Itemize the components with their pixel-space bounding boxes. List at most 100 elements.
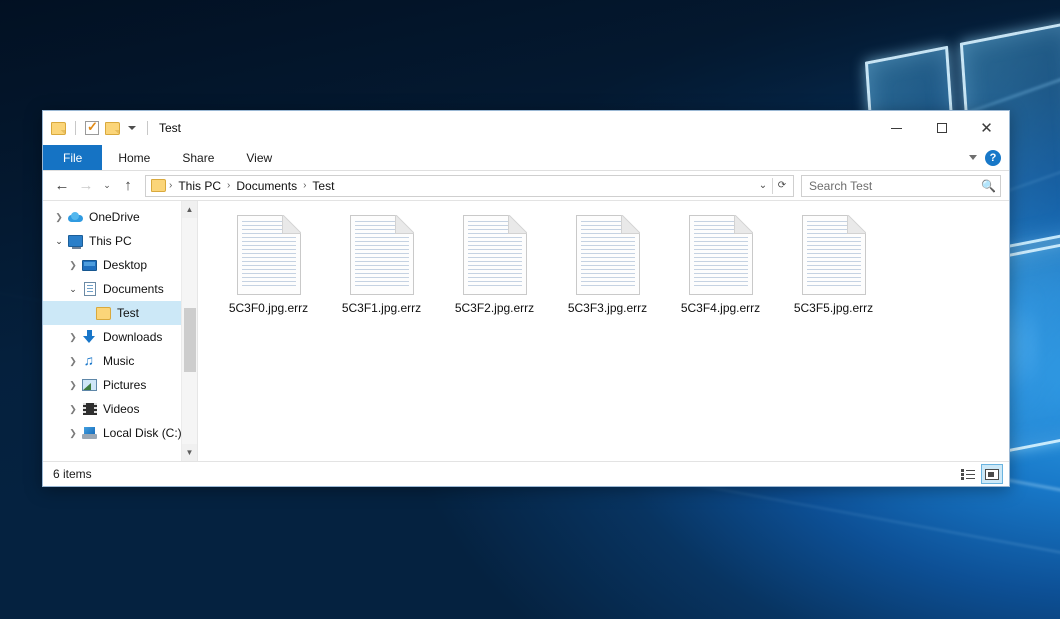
ribbon-tab-bar: File Home Share View ? bbox=[43, 145, 1009, 171]
chevron-right-icon[interactable]: ❯ bbox=[65, 428, 81, 439]
breadcrumb: › This PC › Documents › Test bbox=[151, 179, 754, 193]
maximize-button[interactable] bbox=[919, 111, 964, 145]
recent-locations-button[interactable]: ⌄ bbox=[99, 175, 115, 197]
generic-document-icon bbox=[350, 215, 414, 295]
chevron-right-icon[interactable]: ❯ bbox=[51, 212, 67, 223]
breadcrumb-item-this-pc[interactable]: This PC bbox=[173, 179, 226, 193]
file-name: 5C3F4.jpg.errz bbox=[681, 301, 760, 315]
sidebar-item-onedrive[interactable]: ❯ OneDrive bbox=[43, 205, 197, 229]
chevron-right-icon[interactable]: ❯ bbox=[65, 332, 81, 343]
tab-file[interactable]: File bbox=[43, 145, 102, 170]
view-switcher bbox=[957, 464, 1003, 484]
tab-share[interactable]: Share bbox=[166, 145, 230, 170]
music-icon: ♫ bbox=[81, 354, 98, 368]
address-bar-row: ← → ⌄ ↑ › This PC › Documents › Test ⌄ ⟳ bbox=[43, 171, 1009, 201]
sidebar-item-label: Test bbox=[117, 306, 139, 320]
chevron-down-icon[interactable] bbox=[128, 126, 136, 130]
file-name: 5C3F1.jpg.errz bbox=[342, 301, 421, 315]
videos-icon bbox=[81, 403, 98, 415]
up-button[interactable]: ↑ bbox=[117, 175, 139, 197]
search-icon[interactable]: 🔍 bbox=[981, 179, 996, 193]
toolbar-divider bbox=[75, 121, 76, 135]
sidebar-item-label: OneDrive bbox=[89, 210, 140, 224]
file-item[interactable]: 5C3F2.jpg.errz bbox=[438, 211, 551, 321]
scrollbar-thumb[interactable] bbox=[184, 308, 196, 371]
chevron-down-icon[interactable]: ⌄ bbox=[65, 284, 81, 295]
generic-document-icon bbox=[463, 215, 527, 295]
chevron-right-icon[interactable]: ❯ bbox=[65, 260, 81, 271]
sidebar-item-label: Local Disk (C:) bbox=[103, 426, 182, 440]
file-name: 5C3F2.jpg.errz bbox=[455, 301, 534, 315]
search-box[interactable]: Search Test 🔍 bbox=[801, 175, 1001, 197]
chevron-right-icon[interactable]: ❯ bbox=[65, 356, 81, 367]
chevron-down-icon[interactable] bbox=[969, 155, 977, 160]
breadcrumb-tail-controls: ⌄ ⟳ bbox=[754, 176, 791, 196]
folder-icon bbox=[151, 179, 166, 192]
sidebar-item-this-pc[interactable]: ⌄ This PC bbox=[43, 229, 197, 253]
chevron-right-icon[interactable]: ❯ bbox=[65, 404, 81, 415]
minimize-button[interactable] bbox=[874, 111, 919, 145]
large-icons-view-button[interactable] bbox=[981, 464, 1003, 484]
scroll-up-icon[interactable]: ▲ bbox=[182, 201, 198, 218]
folder-icon[interactable] bbox=[51, 122, 66, 135]
sidebar-item-test[interactable]: Test bbox=[43, 301, 197, 325]
minimize-icon bbox=[891, 128, 902, 129]
scroll-down-icon[interactable]: ▼ bbox=[182, 444, 198, 461]
pictures-icon bbox=[81, 379, 98, 391]
details-view-button[interactable] bbox=[957, 464, 979, 484]
generic-document-icon bbox=[802, 215, 866, 295]
tab-home[interactable]: Home bbox=[102, 145, 166, 170]
tab-view[interactable]: View bbox=[230, 145, 288, 170]
generic-document-icon bbox=[576, 215, 640, 295]
chevron-down-icon[interactable]: ⌄ bbox=[51, 236, 67, 247]
disk-icon bbox=[81, 427, 98, 439]
sidebar-item-pictures[interactable]: ❯ Pictures bbox=[43, 373, 197, 397]
close-button[interactable]: ✕ bbox=[964, 111, 1009, 145]
scrollbar-track[interactable] bbox=[182, 218, 198, 444]
pc-icon bbox=[67, 235, 84, 247]
sidebar-item-local-disk[interactable]: ❯ Local Disk (C:) bbox=[43, 421, 197, 445]
file-name: 5C3F3.jpg.errz bbox=[568, 301, 647, 315]
toolbar-divider bbox=[147, 121, 148, 135]
help-icon[interactable]: ? bbox=[985, 150, 1001, 166]
sidebar-scrollbar[interactable]: ▲ ▼ bbox=[181, 201, 197, 461]
refresh-icon[interactable]: ⟳ bbox=[773, 176, 791, 196]
file-item[interactable]: 5C3F0.jpg.errz bbox=[212, 211, 325, 321]
explorer-body: ❯ OneDrive ⌄ This PC ❯ Desktop ⌄ bbox=[43, 201, 1009, 461]
close-icon: ✕ bbox=[980, 121, 993, 136]
maximize-icon bbox=[937, 123, 947, 133]
sidebar-item-desktop[interactable]: ❯ Desktop bbox=[43, 253, 197, 277]
breadcrumb-bar[interactable]: › This PC › Documents › Test ⌄ ⟳ bbox=[145, 175, 794, 197]
chevron-down-icon[interactable]: ⌄ bbox=[754, 176, 772, 196]
sidebar-item-label: Documents bbox=[103, 282, 164, 296]
folder-icon bbox=[95, 307, 112, 320]
document-icon bbox=[81, 282, 98, 296]
details-view-icon bbox=[961, 469, 975, 480]
file-item[interactable]: 5C3F5.jpg.errz bbox=[777, 211, 890, 321]
cloud-icon bbox=[67, 212, 84, 222]
window-controls: ✕ bbox=[874, 111, 1009, 145]
generic-document-icon bbox=[237, 215, 301, 295]
file-item[interactable]: 5C3F4.jpg.errz bbox=[664, 211, 777, 321]
back-button[interactable]: ← bbox=[51, 175, 73, 197]
sidebar-item-videos[interactable]: ❯ Videos bbox=[43, 397, 197, 421]
properties-checkbox-icon[interactable] bbox=[85, 121, 99, 135]
breadcrumb-item-test[interactable]: Test bbox=[307, 179, 339, 193]
sidebar-item-label: This PC bbox=[89, 234, 132, 248]
file-list-pane[interactable]: 5C3F0.jpg.errz 5C3F1.jpg.errz 5C3F2.jpg.… bbox=[198, 201, 1009, 461]
search-input[interactable]: Search Test bbox=[809, 179, 981, 193]
sidebar-item-documents[interactable]: ⌄ Documents bbox=[43, 277, 197, 301]
breadcrumb-item-documents[interactable]: Documents bbox=[231, 179, 302, 193]
navigation-pane: ❯ OneDrive ⌄ This PC ❯ Desktop ⌄ bbox=[43, 201, 198, 461]
sidebar-item-label: Downloads bbox=[103, 330, 162, 344]
item-count-label: 6 items bbox=[53, 467, 92, 481]
sidebar-item-downloads[interactable]: ❯ Downloads bbox=[43, 325, 197, 349]
title-bar: Test ✕ bbox=[43, 111, 1009, 145]
sidebar-item-label: Videos bbox=[103, 402, 139, 416]
file-item[interactable]: 5C3F3.jpg.errz bbox=[551, 211, 664, 321]
chevron-right-icon[interactable]: ❯ bbox=[65, 380, 81, 391]
sidebar-item-music[interactable]: ❯ ♫ Music bbox=[43, 349, 197, 373]
new-folder-icon[interactable] bbox=[105, 122, 120, 135]
file-item[interactable]: 5C3F1.jpg.errz bbox=[325, 211, 438, 321]
file-grid: 5C3F0.jpg.errz 5C3F1.jpg.errz 5C3F2.jpg.… bbox=[212, 211, 1001, 321]
